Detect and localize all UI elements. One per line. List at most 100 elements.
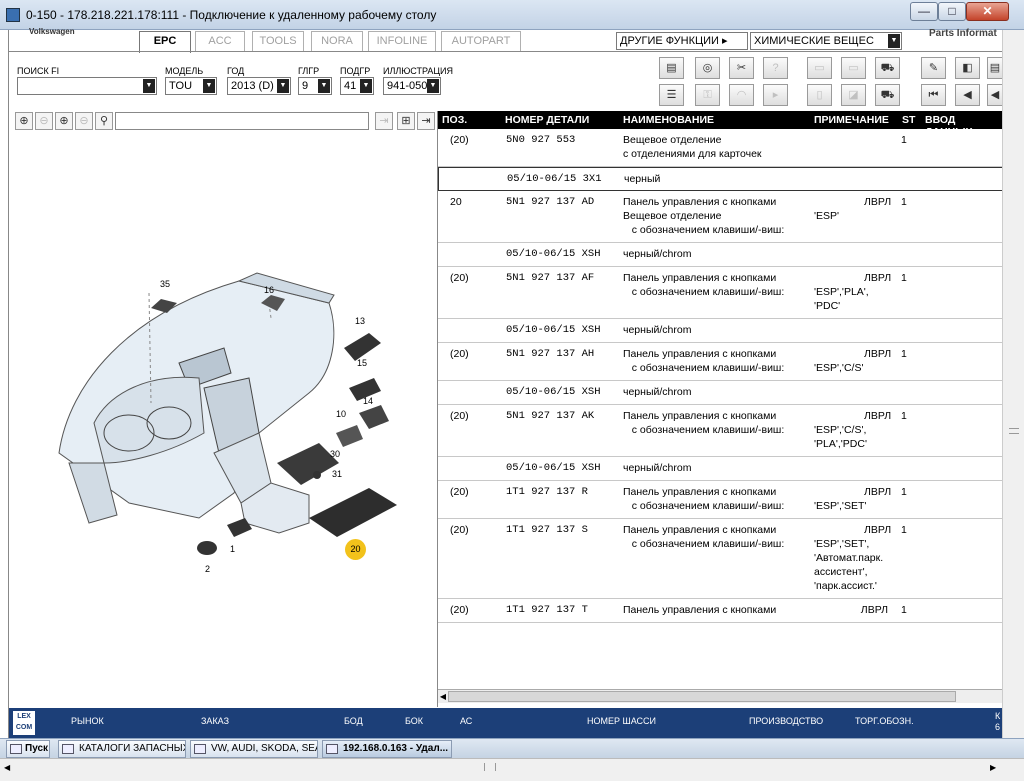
start-button[interactable]: Пуск [6,740,50,758]
taskbar-item-vw[interactable]: VW, AUDI, SKODA, SEAT [190,740,318,758]
table-row[interactable]: 05/10-06/15 XSH черный/chrom [438,457,1004,481]
taskbar-item-rdp[interactable]: 192.168.0.163 - Удал... [322,740,452,758]
maximize-button[interactable]: □ [938,2,966,21]
gauge-icon[interactable]: ◠ [729,84,754,106]
export-icon[interactable]: ⇥ [375,112,393,130]
cell-st: 1 [901,486,907,498]
tab-epc[interactable]: EPC [139,31,191,53]
sub-group-select[interactable]: 41 ▼ [340,77,374,95]
next-page-icon[interactable]: ▤ [987,57,1003,79]
tools-icon[interactable]: ✂ [729,57,754,79]
cell-part-number: 05/10-06/15 3X1 [507,173,602,185]
callout-16[interactable]: 16 [264,285,274,295]
table-row[interactable]: 05/10-06/15 3X1 черный [438,167,1004,191]
table-row[interactable]: (20) 1T1 927 137 T Панель управления с кно… [438,599,1004,623]
table-row[interactable]: (20) 5N0 927 553 Вещевое отделение с отдел… [438,129,1004,167]
scroll-left-icon[interactable]: ◀ [4,763,10,772]
other-functions-menu[interactable]: ДРУГИЕ ФУНКЦИИ ▸ [616,32,748,50]
cart-icon[interactable]: ⛟ [875,57,900,79]
callout-14[interactable]: 14 [363,396,373,406]
table-row[interactable]: 05/10-06/15 XSH черный/chrom [438,319,1004,343]
zoom-reset-icon[interactable]: ⊖ [75,112,93,130]
table-row[interactable]: (20) 5N1 927 137 AH Панель управления с кн… [438,343,1004,381]
table-header: ПОЗ. НОМЕР ДЕТАЛИ НАИМЕНОВАНИЕ ПРИМЕЧАНИ… [438,111,1004,138]
disc-icon[interactable]: ◎ [695,57,720,79]
table-row[interactable]: 05/10-06/15 XSH черный/chrom [438,381,1004,405]
cell-part-number: 05/10-06/15 XSH [506,248,601,260]
first-icon[interactable]: ⏮ [921,84,946,106]
tab-infoline[interactable]: INFOLINE [368,31,436,51]
split-view-icon[interactable]: ⊞ [397,112,415,130]
tab-acc[interactable]: ACC [195,31,245,51]
search-select[interactable]: ▼ [17,77,157,95]
callout-1[interactable]: 1 [230,544,235,554]
scroll-grip-icon[interactable] [484,763,496,771]
cell-name: Панель управления с кнопками Вещевое отд… [623,196,785,236]
note-line: ЛВРЛ [864,410,892,422]
callout-31[interactable]: 31 [332,469,342,479]
status-bod: БОД [344,716,363,726]
table-row[interactable]: (20) 5N1 927 137 AK Панель управления с кн… [438,405,1004,457]
back-icon[interactable]: ◀ [955,84,980,106]
play-icon[interactable]: ▸ [763,84,788,106]
cell-note: ЛВРЛ [860,604,888,616]
print-icon[interactable]: ▤ [659,57,684,79]
close-button[interactable]: ✕ [966,2,1009,21]
expand-icon[interactable]: ⇥ [417,112,435,130]
cell-st: 1 [901,524,907,536]
callout-13[interactable]: 13 [355,316,365,326]
taskbar-item-catalogs[interactable]: КАТАЛОГИ ЗАПАСНЫХ ... [58,740,186,758]
window-icon [62,744,74,754]
scroll-right-icon[interactable]: ▶ [990,763,996,772]
zoom-in-icon[interactable]: ⊕ [15,112,33,130]
cell-pos: (20) [450,134,469,146]
hscroll-thumb[interactable] [448,691,956,702]
tab-autopart[interactable]: AUTOPART [441,31,521,51]
prev-page-icon[interactable]: ◧ [955,57,980,79]
tab-tools[interactable]: TOOLS [252,31,304,51]
callout-2[interactable]: 2 [205,564,210,574]
callout-30[interactable]: 30 [330,449,340,459]
zoom-fit-icon[interactable]: ⊕ [55,112,73,130]
callout-10[interactable]: 10 [336,409,346,419]
window-hscrollbar[interactable]: ◀ ▶ [0,758,1024,781]
chemicals-menu[interactable]: ХИМИЧЕСКИЕ ВЕЩЕС ▼ [750,32,902,50]
key-icon[interactable]: ⚿ [695,84,720,106]
magnifier-icon[interactable]: ⚲ [95,112,113,130]
illustration-select[interactable]: 941-050 ▼ [383,77,441,95]
cell-st: 1 [901,348,907,360]
callout-20[interactable]: 20 [345,539,366,560]
list-icon[interactable]: ☰ [659,84,684,106]
forward-icon[interactable]: ◀ [987,84,1003,106]
callout-35[interactable]: 35 [160,279,170,289]
help-icon[interactable]: ? [763,57,788,79]
note-line: 'Автомат.парк. [814,552,884,564]
year-select[interactable]: 2013 (D) ▼ [227,77,291,95]
table-row[interactable]: (20) 5N1 927 137 AF Панель управления с кн… [438,267,1004,319]
zoom-out-icon[interactable]: ⊖ [35,112,53,130]
tab-nora[interactable]: NORA [311,31,363,51]
diagram-search-input[interactable] [115,112,369,130]
main-group-select[interactable]: 9 ▼ [298,77,332,95]
scroll-left-icon[interactable]: ◀ [438,690,448,703]
minimize-button[interactable]: — [910,2,938,21]
table-row[interactable]: 20 5N1 927 137 AD Панель управления с кноп… [438,191,1004,243]
basket-icon[interactable]: ⛟ [875,84,900,106]
parts-table: ПОЗ. НОМЕР ДЕТАЛИ НАИМЕНОВАНИЕ ПРИМЕЧАНИ… [437,111,1004,707]
pin-icon[interactable]: ✎ [921,57,946,79]
callout-15[interactable]: 15 [357,358,367,368]
compare-icon[interactable]: ▯ [807,84,832,106]
scroll-grip-icon[interactable] [1009,428,1019,434]
window-vscrollbar[interactable] [1002,30,1024,738]
table-row[interactable]: (20) 1T1 927 137 S Панель управления с кно… [438,519,1004,599]
cell-part-number: 1T1 927 137 T [506,604,588,616]
dashboard-drawing [58,272,397,555]
depot-icon[interactable]: ▭ [841,57,866,79]
part-icon[interactable]: ◪ [841,84,866,106]
model-select[interactable]: TOU ▼ [165,77,217,95]
status-bok: БОК [405,716,424,726]
table-row[interactable]: 05/10-06/15 XSH черный/chrom [438,243,1004,267]
table-hscrollbar[interactable]: ◀ [438,689,1004,703]
elsa-icon[interactable]: ▭ [807,57,832,79]
table-row[interactable]: (20) 1T1 927 137 R Панель управления с кно… [438,481,1004,519]
